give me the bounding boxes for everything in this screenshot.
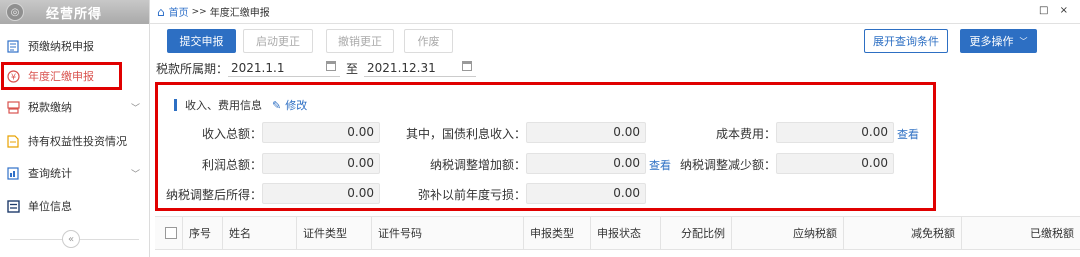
cost-field[interactable]: 0.00 <box>776 122 894 143</box>
home-icon[interactable]: ⌂ <box>157 5 165 19</box>
sidebar: ◎ 经营所得 预缴纳税申报 ¥ 年度汇缴申报 税款缴纳 ﹀ 持有权益性投资情况 … <box>0 0 150 257</box>
column-header[interactable]: 已缴税额 <box>961 217 1080 250</box>
view-cost-link[interactable]: 查看 <box>897 126 919 142</box>
void-button[interactable]: 作废 <box>404 29 453 53</box>
sidebar-item-tax-payment[interactable]: 税款缴纳 ﹀ <box>0 94 150 120</box>
building-list-icon <box>6 199 20 213</box>
tax-period-label: 税款所属期： <box>156 61 229 76</box>
section-title: 收入、费用信息 ✎ 修改 <box>174 97 307 113</box>
tax-period-row: 税款所属期： 2021.1.1 至 2021.12.31 <box>156 58 477 78</box>
start-correction-button[interactable]: 启动更正 <box>243 29 313 53</box>
more-actions-label: 更多操作 <box>969 35 1014 48</box>
sidebar-title: 经营所得 <box>46 6 103 22</box>
collapse-sidebar-button[interactable]: « <box>62 230 80 248</box>
sidebar-item-label: 查询统计 <box>28 167 72 180</box>
report-icon <box>6 166 20 180</box>
sidebar-item-label: 持有权益性投资情况 <box>28 135 127 148</box>
bond-interest-label: 其中，国债利息收入： <box>405 127 526 141</box>
chevron-down-icon: ﹀ <box>130 103 140 114</box>
window-controls[interactable]: □ × <box>1039 5 1072 16</box>
edit-link[interactable]: ✎ 修改 <box>272 97 307 113</box>
calendar-icon[interactable] <box>326 61 337 71</box>
sidebar-item-equity[interactable]: 持有权益性投资情况 <box>0 128 150 154</box>
total-income-label: 收入总额： <box>201 127 262 141</box>
column-header[interactable]: 应纳税额 <box>731 217 843 250</box>
sidebar-header: ◎ 经营所得 <box>0 0 149 24</box>
adjusted-income-field[interactable]: 0.00 <box>262 183 380 204</box>
cancel-correction-button[interactable]: 撤销更正 <box>326 29 394 53</box>
sidebar-item-label: 税款缴纳 <box>28 101 72 114</box>
app-logo-icon: ◎ <box>6 3 24 21</box>
column-header[interactable]: 证件类型 <box>296 217 371 250</box>
sidebar-item-label: 单位信息 <box>28 200 72 213</box>
register-icon <box>6 100 20 114</box>
adjusted-income-label: 纳税调整后所得： <box>165 188 262 202</box>
column-header[interactable]: 减免税额 <box>843 217 961 250</box>
sidebar-item-label: 预缴纳税申报 <box>28 40 94 53</box>
section-marker <box>174 99 177 111</box>
sidebar-item-query[interactable]: 查询统计 ﹀ <box>0 160 150 186</box>
period-start-value: 2021.1.1 <box>231 60 285 75</box>
document-edit-icon <box>6 134 20 148</box>
expand-query-button[interactable]: 展开查询条件 <box>864 29 948 53</box>
period-end-input[interactable]: 2021.12.31 <box>364 59 477 77</box>
sidebar-item-org-info[interactable]: 单位信息 <box>0 193 150 219</box>
cost-label: 成本费用： <box>715 127 776 141</box>
column-header[interactable]: 姓名 <box>222 217 296 250</box>
column-header[interactable]: 申报类型 <box>523 217 590 250</box>
bond-interest-field[interactable]: 0.00 <box>526 122 646 143</box>
column-header[interactable]: 分配比例 <box>660 217 731 250</box>
select-all-checkbox[interactable] <box>165 227 177 239</box>
pencil-icon: ✎ <box>272 98 282 112</box>
adj-decrease-field[interactable]: 0.00 <box>776 153 894 174</box>
submit-button[interactable]: 提交申报 <box>167 29 236 53</box>
chevron-down-icon: ﹀ <box>1019 36 1028 46</box>
breadcrumb-separator: >> <box>191 6 207 17</box>
column-header[interactable]: 申报状态 <box>590 217 660 250</box>
column-header[interactable]: 序号 <box>182 217 222 250</box>
calendar-icon[interactable] <box>462 61 473 71</box>
breadcrumb-current: 年度汇缴申报 <box>209 8 270 19</box>
prior-loss-field[interactable]: 0.00 <box>526 183 646 204</box>
period-end-value: 2021.12.31 <box>367 60 436 75</box>
chevron-down-icon: ﹀ <box>130 169 140 180</box>
income-expense-panel: 收入、费用信息 ✎ 修改 收入总额： 0.00 其中，国债利息收入： 0.00 … <box>155 82 936 211</box>
total-profit-field[interactable]: 0.00 <box>262 153 380 174</box>
view-adj-increase-link[interactable]: 查看 <box>649 157 671 173</box>
sidebar-item-prepay[interactable]: 预缴纳税申报 <box>0 33 150 59</box>
prior-loss-label: 弥补以前年度亏损： <box>417 188 526 202</box>
column-header[interactable]: 证件号码 <box>371 217 523 250</box>
adj-decrease-label: 纳税调整减少额： <box>679 158 776 172</box>
document-icon <box>6 39 20 53</box>
total-profit-label: 利润总额： <box>201 158 262 172</box>
edit-label: 修改 <box>285 99 308 112</box>
more-actions-button[interactable]: 更多操作 ﹀ <box>960 29 1037 53</box>
adj-increase-field[interactable]: 0.00 <box>526 153 646 174</box>
breadcrumb-home-link[interactable]: 首页 <box>169 4 189 19</box>
highlight-annotation-box <box>1 62 122 90</box>
total-income-field[interactable]: 0.00 <box>262 122 380 143</box>
table-header: 序号 姓名 证件类型 证件号码 申报类型 申报状态 分配比例 应纳税额 减免税额… <box>155 216 1080 250</box>
period-to-label: 至 <box>346 61 359 76</box>
period-start-input[interactable]: 2021.1.1 <box>228 59 341 77</box>
section-title-text: 收入、费用信息 <box>185 99 262 112</box>
breadcrumb: ⌂ 首页 >> 年度汇缴申报 □ × <box>150 0 1080 24</box>
adj-increase-label: 纳税调整增加额： <box>429 158 526 172</box>
